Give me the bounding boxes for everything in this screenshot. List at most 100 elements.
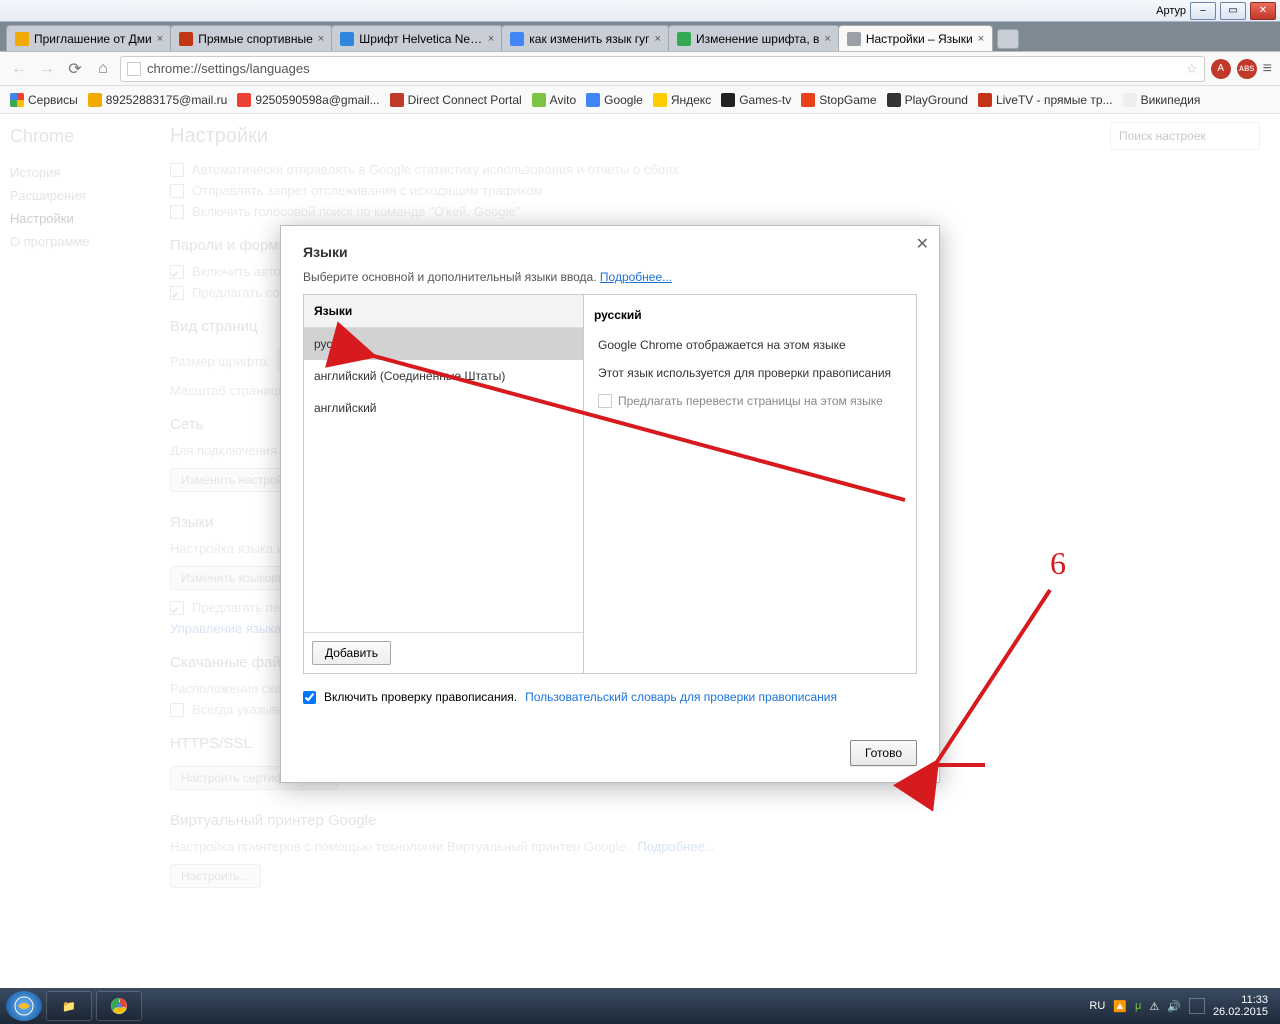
- bookmark-label: Википедия: [1141, 93, 1201, 107]
- bookmark-item[interactable]: 89252883175@mail.ru: [88, 93, 228, 107]
- language-details: русский Google Chrome отображается на эт…: [584, 295, 916, 673]
- bookmark-label: StopGame: [819, 93, 876, 107]
- favicon-icon: [801, 93, 815, 107]
- bookmark-item[interactable]: Direct Connect Portal: [390, 93, 522, 107]
- language-info-text: Этот язык используется для проверки прав…: [584, 359, 916, 387]
- favicon-icon: [510, 32, 524, 46]
- bookmark-label: LiveTV - прямые тр...: [996, 93, 1113, 107]
- action-center-icon[interactable]: [1189, 998, 1205, 1014]
- new-tab-button[interactable]: [997, 29, 1019, 49]
- reload-button[interactable]: ⟳: [64, 58, 86, 80]
- favicon-icon: [10, 93, 24, 107]
- favicon-icon: [390, 93, 404, 107]
- language-list: Языки русскийанглийский (Соединенные Шта…: [304, 295, 584, 673]
- tab-close-icon[interactable]: ×: [157, 33, 163, 45]
- browser-tabstrip: Приглашение от Дми×Прямые спортивные×Шри…: [0, 22, 1280, 52]
- bookmark-item[interactable]: Википедия: [1123, 93, 1201, 107]
- bookmark-item[interactable]: Avito: [532, 93, 576, 107]
- bookmark-label: Яндекс: [671, 93, 711, 107]
- tab-title: Прямые спортивные: [198, 32, 313, 46]
- bookmark-label: Сервисы: [28, 93, 78, 107]
- dialog-close-button[interactable]: ✕: [916, 234, 929, 254]
- extension-icon[interactable]: A: [1211, 59, 1231, 79]
- taskbar-chrome[interactable]: [96, 991, 142, 1021]
- address-bar[interactable]: chrome://settings/languages ☆: [120, 56, 1205, 82]
- system-tray: RU 🔼 μ ⚠ 🔊 11:33 26.02.2015: [1089, 994, 1274, 1018]
- favicon-icon: [677, 32, 691, 46]
- taskbar-explorer[interactable]: 📁: [46, 991, 92, 1021]
- language-info-text: Google Chrome отображается на этом языке: [584, 331, 916, 359]
- tab-close-icon[interactable]: ×: [978, 33, 984, 45]
- forward-button[interactable]: →: [36, 58, 58, 80]
- bookmark-item[interactable]: 9250590598a@gmail...: [237, 93, 379, 107]
- bookmark-item[interactable]: Яндекс: [653, 93, 711, 107]
- window-titlebar: Артур – ▭ ✕: [0, 0, 1280, 22]
- favicon-icon: [237, 93, 251, 107]
- bookmarks-bar: Сервисы 89252883175@mail.ru 9250590598a@gm…: [0, 86, 1280, 114]
- browser-tab[interactable]: Настройки – Языки ×: [838, 25, 993, 51]
- language-list-item[interactable]: русский: [304, 328, 583, 360]
- favicon-icon: [15, 32, 29, 46]
- back-button[interactable]: ←: [8, 58, 30, 80]
- tab-close-icon[interactable]: ×: [655, 33, 661, 45]
- tray-icon[interactable]: ⚠: [1149, 1000, 1159, 1013]
- bookmark-item[interactable]: Games-tv: [721, 93, 791, 107]
- window-minimize-button[interactable]: –: [1190, 2, 1216, 20]
- favicon-icon: [721, 93, 735, 107]
- bookmark-star-icon[interactable]: ☆: [1186, 61, 1198, 77]
- page-icon: [127, 62, 141, 76]
- language-list-item[interactable]: английский (Соединенные Штаты): [304, 360, 583, 392]
- learn-more-link[interactable]: Подробнее...: [600, 270, 672, 284]
- window-close-button[interactable]: ✕: [1250, 2, 1276, 20]
- browser-tab[interactable]: Приглашение от Дми ×: [6, 25, 172, 51]
- favicon-icon: [847, 32, 861, 46]
- favicon-icon: [179, 32, 193, 46]
- url-text: chrome://settings/languages: [147, 61, 310, 76]
- bookmark-label: 89252883175@mail.ru: [106, 93, 228, 107]
- browser-tab[interactable]: как изменить язык гуг ×: [501, 25, 670, 51]
- browser-tab[interactable]: Шрифт Helvetica Neue×: [331, 25, 503, 51]
- language-list-item[interactable]: английский: [304, 392, 583, 424]
- favicon-icon: [586, 93, 600, 107]
- bookmark-item[interactable]: Сервисы: [10, 93, 78, 107]
- extension-icon[interactable]: ᴀʙs: [1237, 59, 1257, 79]
- menu-button[interactable]: ≡: [1263, 60, 1272, 78]
- tab-title: Настройки – Языки: [866, 32, 973, 46]
- tray-icon[interactable]: 🔼: [1113, 1000, 1127, 1013]
- bookmark-label: Google: [604, 93, 643, 107]
- bookmark-item[interactable]: StopGame: [801, 93, 876, 107]
- window-maximize-button[interactable]: ▭: [1220, 2, 1246, 20]
- bookmark-label: PlayGround: [905, 93, 968, 107]
- custom-dictionary-link[interactable]: Пользовательский словарь для проверки пр…: [525, 690, 837, 704]
- bookmark-item[interactable]: PlayGround: [887, 93, 968, 107]
- tab-close-icon[interactable]: ×: [488, 33, 494, 45]
- tray-icon[interactable]: μ: [1135, 1000, 1141, 1012]
- favicon-icon: [887, 93, 901, 107]
- spellcheck-checkbox[interactable]: [303, 691, 316, 704]
- browser-toolbar: ← → ⟳ ⌂ chrome://settings/languages ☆ A …: [0, 52, 1280, 86]
- translate-checkbox[interactable]: [598, 394, 612, 408]
- add-language-button[interactable]: Добавить: [312, 641, 391, 665]
- language-panel: Языки русскийанглийский (Соединенные Шта…: [303, 294, 917, 674]
- tray-lang[interactable]: RU: [1089, 1000, 1105, 1012]
- bookmark-label: Direct Connect Portal: [408, 93, 522, 107]
- bookmark-item[interactable]: Google: [586, 93, 643, 107]
- favicon-icon: [88, 93, 102, 107]
- tab-close-icon[interactable]: ×: [824, 33, 830, 45]
- tab-title: как изменить язык гуг: [529, 32, 649, 46]
- favicon-icon: [340, 32, 354, 46]
- browser-tab[interactable]: Прямые спортивные ×: [170, 25, 333, 51]
- translate-checkbox-label: Предлагать перевести страницы на этом яз…: [618, 394, 883, 408]
- tab-title: Изменение шрифта, в: [696, 32, 819, 46]
- start-button[interactable]: [6, 991, 42, 1021]
- tab-close-icon[interactable]: ×: [318, 33, 324, 45]
- bookmark-item[interactable]: LiveTV - прямые тр...: [978, 93, 1113, 107]
- done-button[interactable]: Готово: [850, 740, 917, 766]
- browser-tab[interactable]: Изменение шрифта, в ×: [668, 25, 840, 51]
- tray-volume-icon[interactable]: 🔊: [1167, 1000, 1181, 1013]
- tab-title: Приглашение от Дми: [34, 32, 152, 46]
- tray-clock[interactable]: 11:33 26.02.2015: [1213, 994, 1268, 1018]
- home-button[interactable]: ⌂: [92, 58, 114, 80]
- window-user: Артур: [1156, 5, 1186, 17]
- favicon-icon: [978, 93, 992, 107]
